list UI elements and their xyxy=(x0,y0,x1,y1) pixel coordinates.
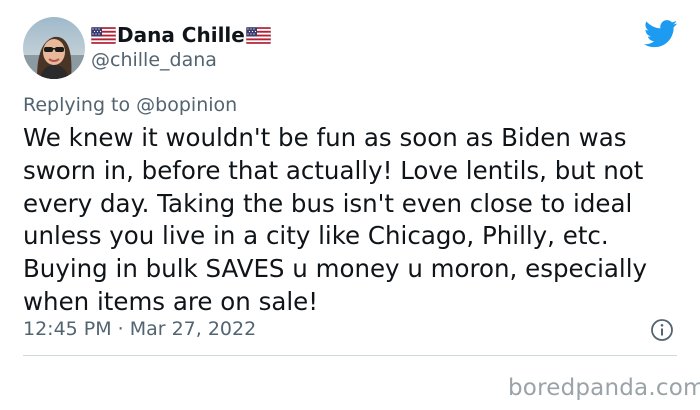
replying-prefix: Replying to xyxy=(23,94,131,116)
watermark: boredpanda.com xyxy=(508,375,700,401)
us-flag-icon xyxy=(91,26,116,44)
info-icon[interactable] xyxy=(650,318,674,342)
tweet-text-line: every day. Taking the bus isn't even clo… xyxy=(23,188,633,218)
replying-to-line: Replying to @bopinion xyxy=(23,94,237,116)
tweet-date[interactable]: Mar 27, 2022 xyxy=(130,318,257,340)
tweet-text-line: when items are on sale! xyxy=(23,286,319,316)
twitter-bird-icon[interactable] xyxy=(644,20,678,48)
display-name: Dana Chille xyxy=(117,23,245,47)
tweet-text: We knew it wouldn't be fun as soon as Bi… xyxy=(23,122,683,319)
tweet-time[interactable]: 12:45 PM xyxy=(23,318,112,340)
user-handle[interactable]: @chille_dana xyxy=(91,49,217,71)
tweet-text-line: We knew it wouldn't be fun as soon as Bi… xyxy=(23,123,627,152)
replying-to-handle[interactable]: @bopinion xyxy=(136,94,237,116)
tweet-timestamp: 12:45 PM · Mar 27, 2022 xyxy=(23,318,256,340)
display-name-row[interactable]: Dana Chille xyxy=(91,22,271,48)
us-flag-icon xyxy=(245,26,271,44)
tweet-text-line: sworn in, before that actually! Love len… xyxy=(23,155,644,185)
tweet-card: Dana Chille @chille_dana Replying to @bo… xyxy=(0,0,700,410)
divider xyxy=(23,355,677,356)
tweet-text-line: unless you live in a city like Chicago, … xyxy=(23,221,609,251)
avatar-image xyxy=(23,17,85,79)
avatar[interactable] xyxy=(23,17,85,79)
tweet-text-line: Buying in bulk SAVES u money u moron, es… xyxy=(23,254,647,284)
meta-separator: · xyxy=(117,318,124,340)
